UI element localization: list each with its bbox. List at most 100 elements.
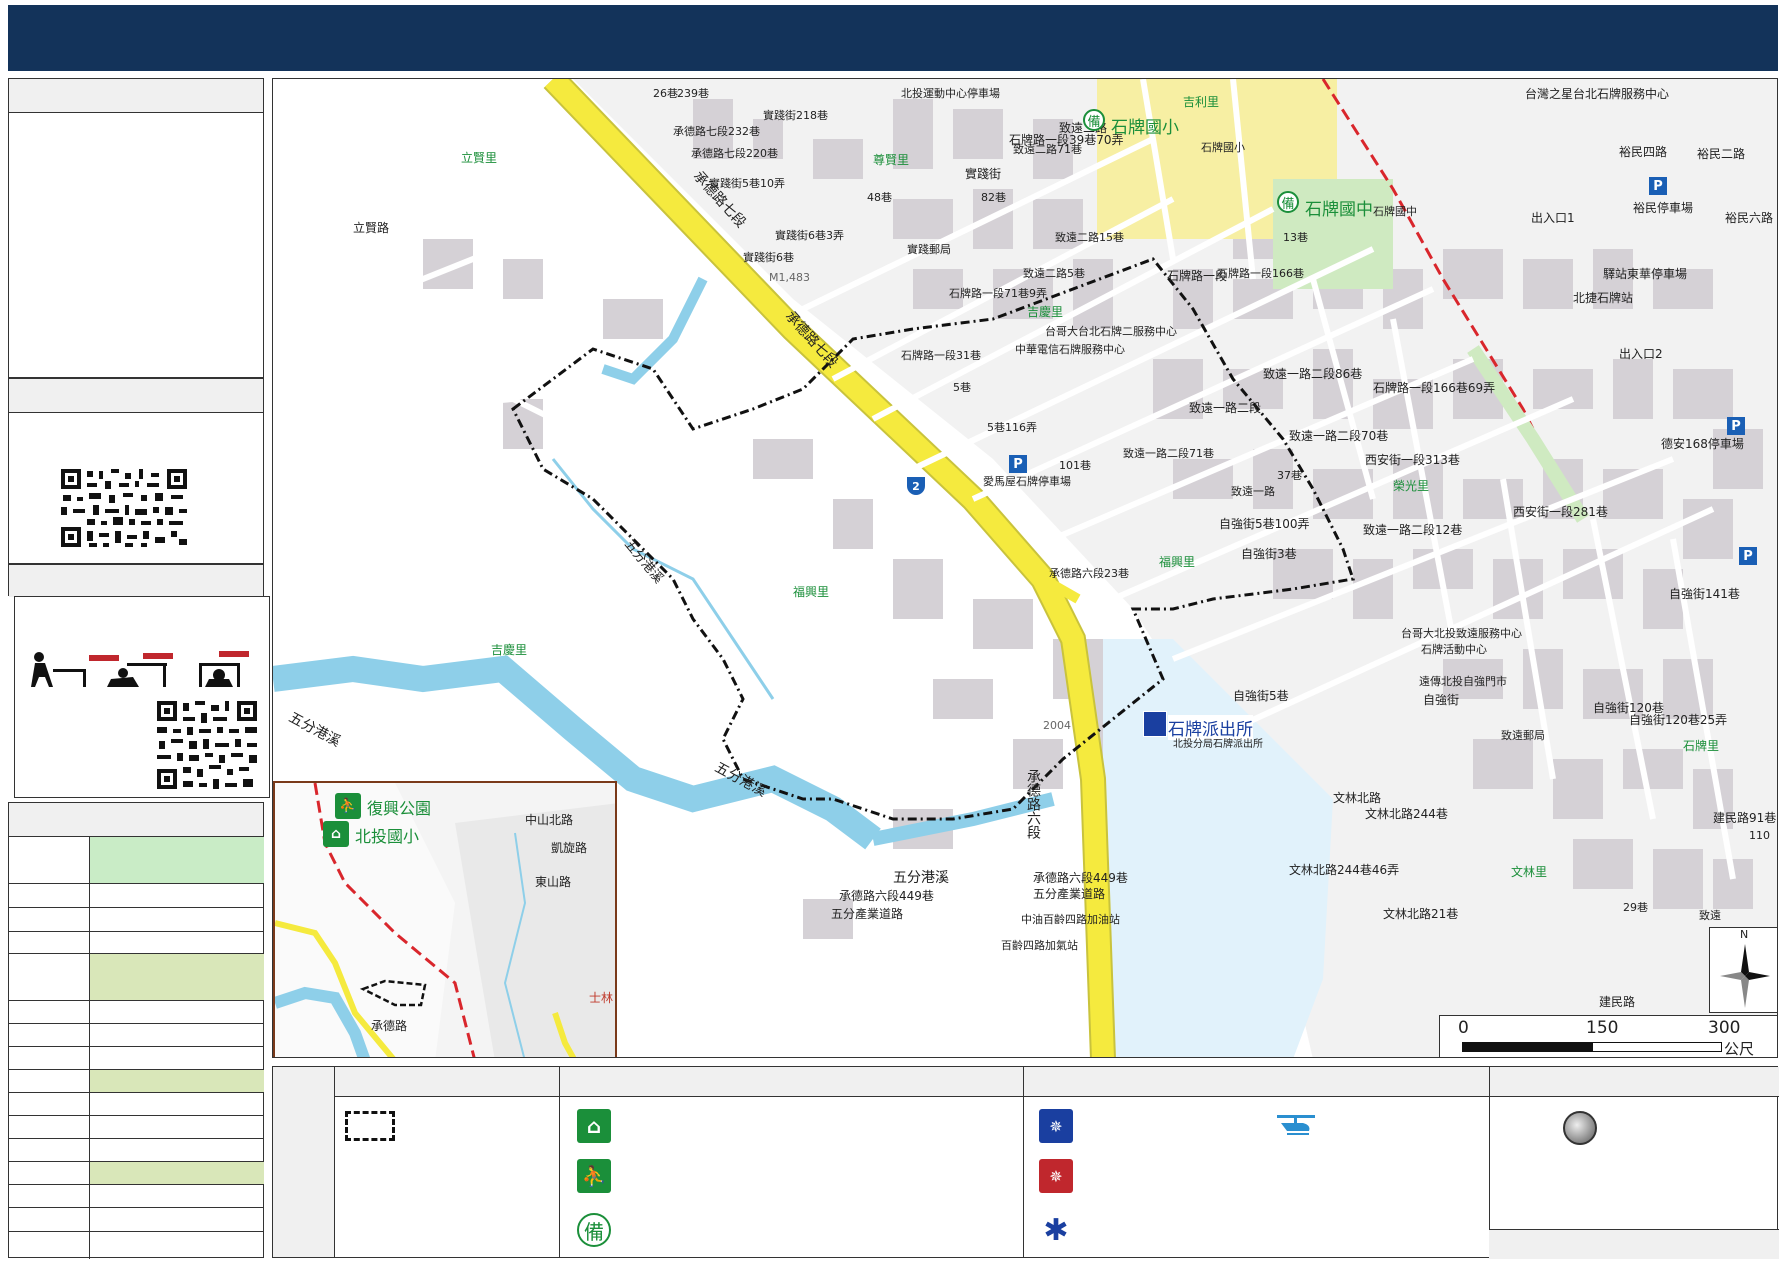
label-mrt-shipai: 北捷石牌站 [1573, 291, 1634, 305]
label-yumin: 裕民四路 [1619, 145, 1668, 159]
label-shijian-st: 實踐街 [965, 167, 1002, 181]
shelter-legend-icon: 備 [577, 1213, 611, 1247]
scale-tick-300: 300 [1708, 1018, 1741, 1038]
label-shipai-junior-sm: 石牌國中 [1373, 205, 1417, 218]
qr-panel-title-bar [9, 379, 263, 413]
label-shijian-6-3: 實踐街6巷3弄 [775, 229, 844, 242]
label-jianmin-91: 建民路91巷 [1713, 811, 1777, 825]
legend-header-bar [335, 1067, 1779, 1097]
label-shipai-1-166: 石牌路一段166巷 [1217, 267, 1304, 280]
label-shipai-junior: 石牌國中 [1305, 200, 1373, 220]
inset-label-zhongshan-n: 中山北路 [525, 813, 574, 827]
label-wenlin-n-21: 文林北路21巷 [1383, 907, 1459, 921]
north-arrow: N [1709, 927, 1777, 1013]
label-ziqiang-5: 自強街5巷 [1233, 689, 1289, 703]
inset-label-beitou-elem: 北投國小 [355, 827, 420, 846]
label-taiwan-mobile-2: 台哥大北投致遠服務中心 [1401, 627, 1522, 640]
label-wufen-industry2: 五分產業道路 [1033, 887, 1106, 901]
label-ziqiang-market: 遠傳北投自強門市 [1419, 675, 1507, 688]
inset-label-kaixuan: 凱旋路 [551, 841, 588, 855]
label-yumin-parking: 裕民停車場 [1633, 201, 1694, 215]
label-zhiyuan-71: 致遠二路71巷 [1013, 143, 1082, 156]
header-bar [8, 5, 1778, 71]
label-wufen-creek-3: 五分港溪 [893, 870, 949, 886]
inset-label-dongshan: 東山路 [535, 875, 572, 889]
highway-shield-icon: 2 [907, 477, 925, 495]
inset-label-fuxing-park: 復興公園 [367, 799, 432, 818]
label-chengde-6: 承德路六段 [1025, 769, 1041, 839]
legend-panel: ⌂ ⛹ 備 ✵ ✵ ✱ [272, 1066, 1779, 1259]
label-zhiyuan-st: 致遠 [1699, 909, 1721, 922]
drill-qr-code-icon[interactable] [155, 699, 259, 791]
label-zhiyuan-5: 致遠二路5巷 [1023, 267, 1085, 280]
parking-icon: P [1649, 177, 1667, 195]
evacuation-school-icon: ⌂ [577, 1109, 611, 1143]
label-chunghwa: 中華電信石牌服務中心 [1015, 343, 1125, 356]
north-label: N [1740, 928, 1749, 941]
boundary-legend-icon [345, 1111, 395, 1141]
scale-tick-0: 0 [1458, 1018, 1469, 1038]
label-zhiyuan-1-86: 致遠一路二段86巷 [1263, 367, 1363, 381]
qr-code-icon[interactable] [59, 467, 189, 549]
label-st-29: 29巷 [1623, 901, 1648, 914]
inset-map[interactable]: ⛹ 復興公園 ⌂ 北投國小 中山北路 凱旋路 東山路 士林 承德路 [273, 781, 617, 1057]
shelter-icon-2: 備 [1277, 191, 1299, 213]
label-st-82: 82巷 [981, 191, 1006, 204]
label-jili-li: 吉利里 [1183, 95, 1220, 109]
school-shelter-icon: ⌂ [323, 821, 349, 847]
label-exit2: 出入口2 [1619, 347, 1663, 361]
main-map[interactable]: 石牌國小 石牌國中 石牌派出所 福興里 吉慶里 吉慶里 立賢里 尊賢里 吉利里 … [272, 78, 1778, 1058]
label-jianmin: 建民路 [1599, 995, 1636, 1009]
scale-tick-150: 150 [1586, 1018, 1619, 1038]
police-station-icon[interactable] [1143, 711, 1167, 737]
label-lixian-li: 立賢里 [461, 151, 498, 165]
label-shipai-police-sm: 北投分局石牌派出所 [1173, 739, 1263, 750]
label-zhiyuan-post: 致遠郵局 [1501, 729, 1545, 742]
label-beitou-sports-parking: 北投運動中心停車場 [901, 87, 1000, 100]
police-legend-icon: ✵ [1039, 1109, 1073, 1143]
facility-legend-icon [1563, 1111, 1597, 1145]
label-m1483: M1,483 [769, 271, 810, 284]
label-wufen-industry: 五分產業道路 [831, 907, 904, 921]
label-chengde-449b: 承德路六段449巷 [1033, 871, 1128, 885]
shelter-icon: 備 [1083, 109, 1105, 131]
label-rongguang-li: 榮光里 [1393, 479, 1430, 493]
label-chengde-220: 承德路七段220巷 [691, 147, 778, 160]
label-st-1-31: 石牌路一段31巷 [901, 349, 981, 362]
inset-label-chengde: 承德路 [371, 1019, 408, 1033]
medical-legend-icon: ✱ [1039, 1213, 1073, 1248]
info-table-title-bar [9, 803, 263, 837]
label-r2004: 2004 [1043, 719, 1071, 732]
label-zhiyuan-1-12: 致遠一路二段12巷 [1363, 523, 1463, 537]
label-cpc-station: 中油百齡四路加油站 [1021, 913, 1120, 926]
qr-panel [8, 378, 264, 564]
label-shipai-post: 實踐郵局 [907, 243, 951, 256]
label-lixian-rd: 立賢路 [353, 221, 390, 235]
label-chengde-232: 承德路七段232巷 [673, 125, 760, 138]
label-shipai-li: 石牌里 [1683, 739, 1720, 753]
drill-panel [8, 564, 264, 597]
drop-cover-hold-icon [31, 651, 249, 687]
label-st-116: 5巷116弄 [987, 421, 1037, 434]
label-yumin-6: 裕民六路 [1725, 211, 1774, 225]
label-st-13: 13巷 [1283, 231, 1308, 244]
label-shijian-218: 實踐街218巷 [763, 109, 828, 122]
label-shipai-parking: 愛馬屋石牌停車場 [983, 475, 1071, 488]
label-st-101: 101巷 [1059, 459, 1091, 472]
label-zhiyuan-1-70: 致遠一路二段70巷 [1289, 429, 1389, 443]
label-xian-st: 西安街一段313巷 [1365, 453, 1460, 467]
info-table-grid [9, 837, 264, 1259]
label-shipai-elem-sm: 石牌國小 [1201, 141, 1245, 154]
label-zhiyuan-15: 致遠二路15巷 [1055, 231, 1124, 244]
label-station-east-parking: 驛站東華停車場 [1603, 267, 1688, 281]
legend-footer-bar [1489, 1229, 1779, 1259]
drill-illustration-box [14, 596, 270, 798]
compass-icon [1720, 944, 1770, 1008]
label-st-239: 239巷 [677, 87, 709, 100]
label-st-37: 37巷 [1277, 469, 1302, 482]
label-shipai-park-n: 台灣之星台北石牌服務中心 [1525, 87, 1670, 101]
legend-side-bar [273, 1067, 335, 1257]
label-ziqiang-st: 自強街 [1423, 693, 1460, 707]
label-chengde-6-23: 承德路六段23巷 [1049, 567, 1129, 580]
inset-label-shilin: 士林 [589, 991, 614, 1005]
